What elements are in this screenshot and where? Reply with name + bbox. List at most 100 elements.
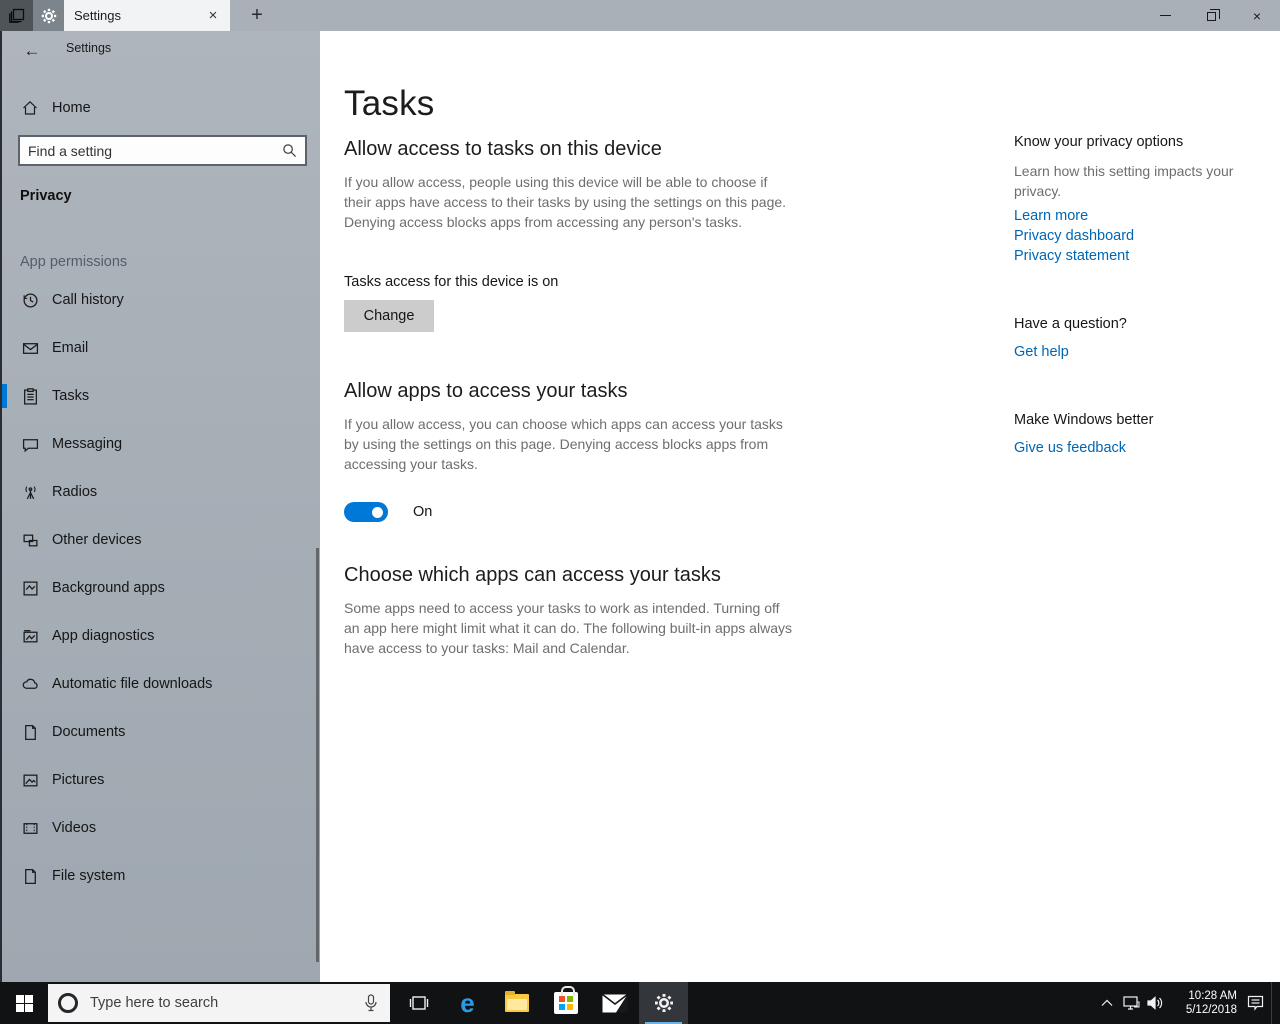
sidebar-item-label: Tasks xyxy=(52,388,90,404)
aside-privacy-body: Learn how this setting impacts your priv… xyxy=(1014,163,1234,199)
tab-strip: Settings × + × xyxy=(0,0,1280,31)
system-tray: 10:28 AM 5/12/2018 xyxy=(1095,982,1276,1024)
action-center-button[interactable] xyxy=(1243,982,1267,1024)
messaging-icon xyxy=(22,438,39,452)
sidebar-item-automatic-file-downloads[interactable]: Automatic file downloads xyxy=(2,660,320,708)
sidebar-item-label: Radios xyxy=(52,484,98,500)
aside-question-heading: Have a question? xyxy=(1014,316,1127,332)
taskbar-store-button[interactable] xyxy=(541,982,590,1024)
sidebar-item-background-apps[interactable]: Background apps xyxy=(2,564,320,612)
tab-overview-button[interactable] xyxy=(0,0,33,31)
restore-icon xyxy=(1206,9,1220,21)
learn-more-link[interactable]: Learn more xyxy=(1014,208,1088,224)
network-icon xyxy=(1122,995,1139,1010)
app-diagnostics-icon xyxy=(23,629,38,642)
settings-gear-icon xyxy=(33,0,64,31)
cloud-download-icon xyxy=(22,678,38,689)
file-system-icon xyxy=(25,868,36,884)
give-feedback-link[interactable]: Give us feedback xyxy=(1014,440,1126,456)
sidebar-item-pictures[interactable]: Pictures xyxy=(2,756,320,804)
show-desktop-button[interactable] xyxy=(1271,982,1276,1024)
sidebar: ← Settings Home Privacy App permissions xyxy=(0,31,320,982)
tab-close-icon[interactable]: × xyxy=(200,3,226,29)
document-icon xyxy=(25,724,36,740)
sidebar-group-title: App permissions xyxy=(20,254,128,270)
settings-tab[interactable]: Settings × xyxy=(33,0,230,31)
section-body-device-access: If you allow access, people using this d… xyxy=(344,174,787,230)
search-icon[interactable] xyxy=(282,143,297,158)
home-icon xyxy=(23,100,37,115)
windows-logo-icon xyxy=(15,994,33,1012)
sidebar-item-label: Other devices xyxy=(52,532,142,548)
task-view-icon xyxy=(409,996,428,1010)
new-tab-button[interactable]: + xyxy=(240,0,274,31)
cortana-icon[interactable] xyxy=(58,993,78,1013)
task-view-button[interactable] xyxy=(394,982,443,1024)
sidebar-item-home[interactable]: Home xyxy=(2,88,320,128)
sidebar-item-label: Email xyxy=(52,340,89,356)
device-access-status: Tasks access for this device is on xyxy=(344,274,559,290)
start-button[interactable] xyxy=(0,982,48,1024)
restore-button[interactable] xyxy=(1188,0,1234,31)
sidebar-item-messaging[interactable]: Messaging xyxy=(2,420,320,468)
sidebar-item-tasks[interactable]: Tasks xyxy=(2,372,320,420)
hidden-icons-button[interactable] xyxy=(1095,982,1119,1024)
sidebar-item-label: Pictures xyxy=(52,772,105,788)
sidebar-scrollbar[interactable] xyxy=(316,548,319,962)
section-heading-device-access: Allow access to tasks on this device xyxy=(344,138,662,160)
sidebar-item-videos[interactable]: Videos xyxy=(2,804,320,852)
chevron-up-icon xyxy=(1101,999,1113,1006)
sidebar-item-email[interactable]: Email xyxy=(2,324,320,372)
toggle-knob xyxy=(372,506,383,518)
sidebar-item-app-diagnostics[interactable]: App diagnostics xyxy=(2,612,320,660)
toggle-state-label: On xyxy=(413,504,433,520)
call-history-icon xyxy=(23,292,38,308)
taskbar-clock[interactable]: 10:28 AM 5/12/2018 xyxy=(1173,989,1237,1017)
tasks-icon xyxy=(24,387,37,405)
taskbar-settings-button[interactable] xyxy=(639,982,688,1024)
sidebar-item-label: App diagnostics xyxy=(52,628,155,644)
taskbar-edge-button[interactable]: e xyxy=(443,982,492,1024)
taskbar-mail-button[interactable] xyxy=(590,982,639,1024)
minimize-icon xyxy=(1159,15,1171,16)
sidebar-item-label: Call history xyxy=(52,292,124,308)
sidebar-item-label: Documents xyxy=(52,724,126,740)
sidebar-header: ← Settings xyxy=(2,31,320,75)
close-button[interactable]: × xyxy=(1234,0,1280,31)
sidebar-item-other-devices[interactable]: Other devices xyxy=(2,516,320,564)
stacked-windows-icon xyxy=(8,8,24,23)
sidebar-item-radios[interactable]: Radios xyxy=(2,468,320,516)
get-help-link[interactable]: Get help xyxy=(1014,344,1069,360)
settings-search-input[interactable] xyxy=(20,142,270,159)
sidebar-nav: Call history Email Tasks Messaging Radio… xyxy=(2,276,320,900)
sidebar-item-file-system[interactable]: File system xyxy=(2,852,320,900)
taskbar-search-box xyxy=(48,984,390,1022)
sidebar-item-label: Messaging xyxy=(52,436,123,452)
privacy-statement-link[interactable]: Privacy statement xyxy=(1014,248,1129,264)
sidebar-item-call-history[interactable]: Call history xyxy=(2,276,320,324)
microsoft-store-icon xyxy=(553,986,578,1014)
settings-icon xyxy=(654,994,673,1012)
network-status-button[interactable] xyxy=(1119,982,1143,1024)
change-button[interactable]: Change xyxy=(344,300,434,332)
mail-icon xyxy=(601,993,628,1012)
back-button[interactable]: ← xyxy=(16,36,48,66)
section-heading-app-access: Allow apps to access your tasks xyxy=(344,380,628,402)
window-controls: × xyxy=(1142,0,1280,31)
clock-date: 5/12/2018 xyxy=(1185,1004,1237,1016)
sidebar-item-documents[interactable]: Documents xyxy=(2,708,320,756)
taskbar-search-input[interactable] xyxy=(78,995,328,1011)
microphone-icon[interactable] xyxy=(364,994,378,1012)
privacy-dashboard-link[interactable]: Privacy dashboard xyxy=(1014,228,1134,244)
minimize-button[interactable] xyxy=(1142,0,1188,31)
app-access-toggle-row: On xyxy=(344,502,432,522)
volume-button[interactable] xyxy=(1143,982,1167,1024)
clock-time: 10:28 AM xyxy=(1188,990,1237,1002)
pictures-icon xyxy=(23,774,38,786)
selected-accent-bar xyxy=(2,384,7,408)
section-heading-choose-apps: Choose which apps can access your tasks xyxy=(344,564,721,586)
taskbar-file-explorer-button[interactable] xyxy=(492,982,541,1024)
aside-privacy-heading: Know your privacy options xyxy=(1014,134,1184,150)
app-access-toggle[interactable] xyxy=(344,502,388,522)
taskbar: e xyxy=(0,982,1280,1024)
